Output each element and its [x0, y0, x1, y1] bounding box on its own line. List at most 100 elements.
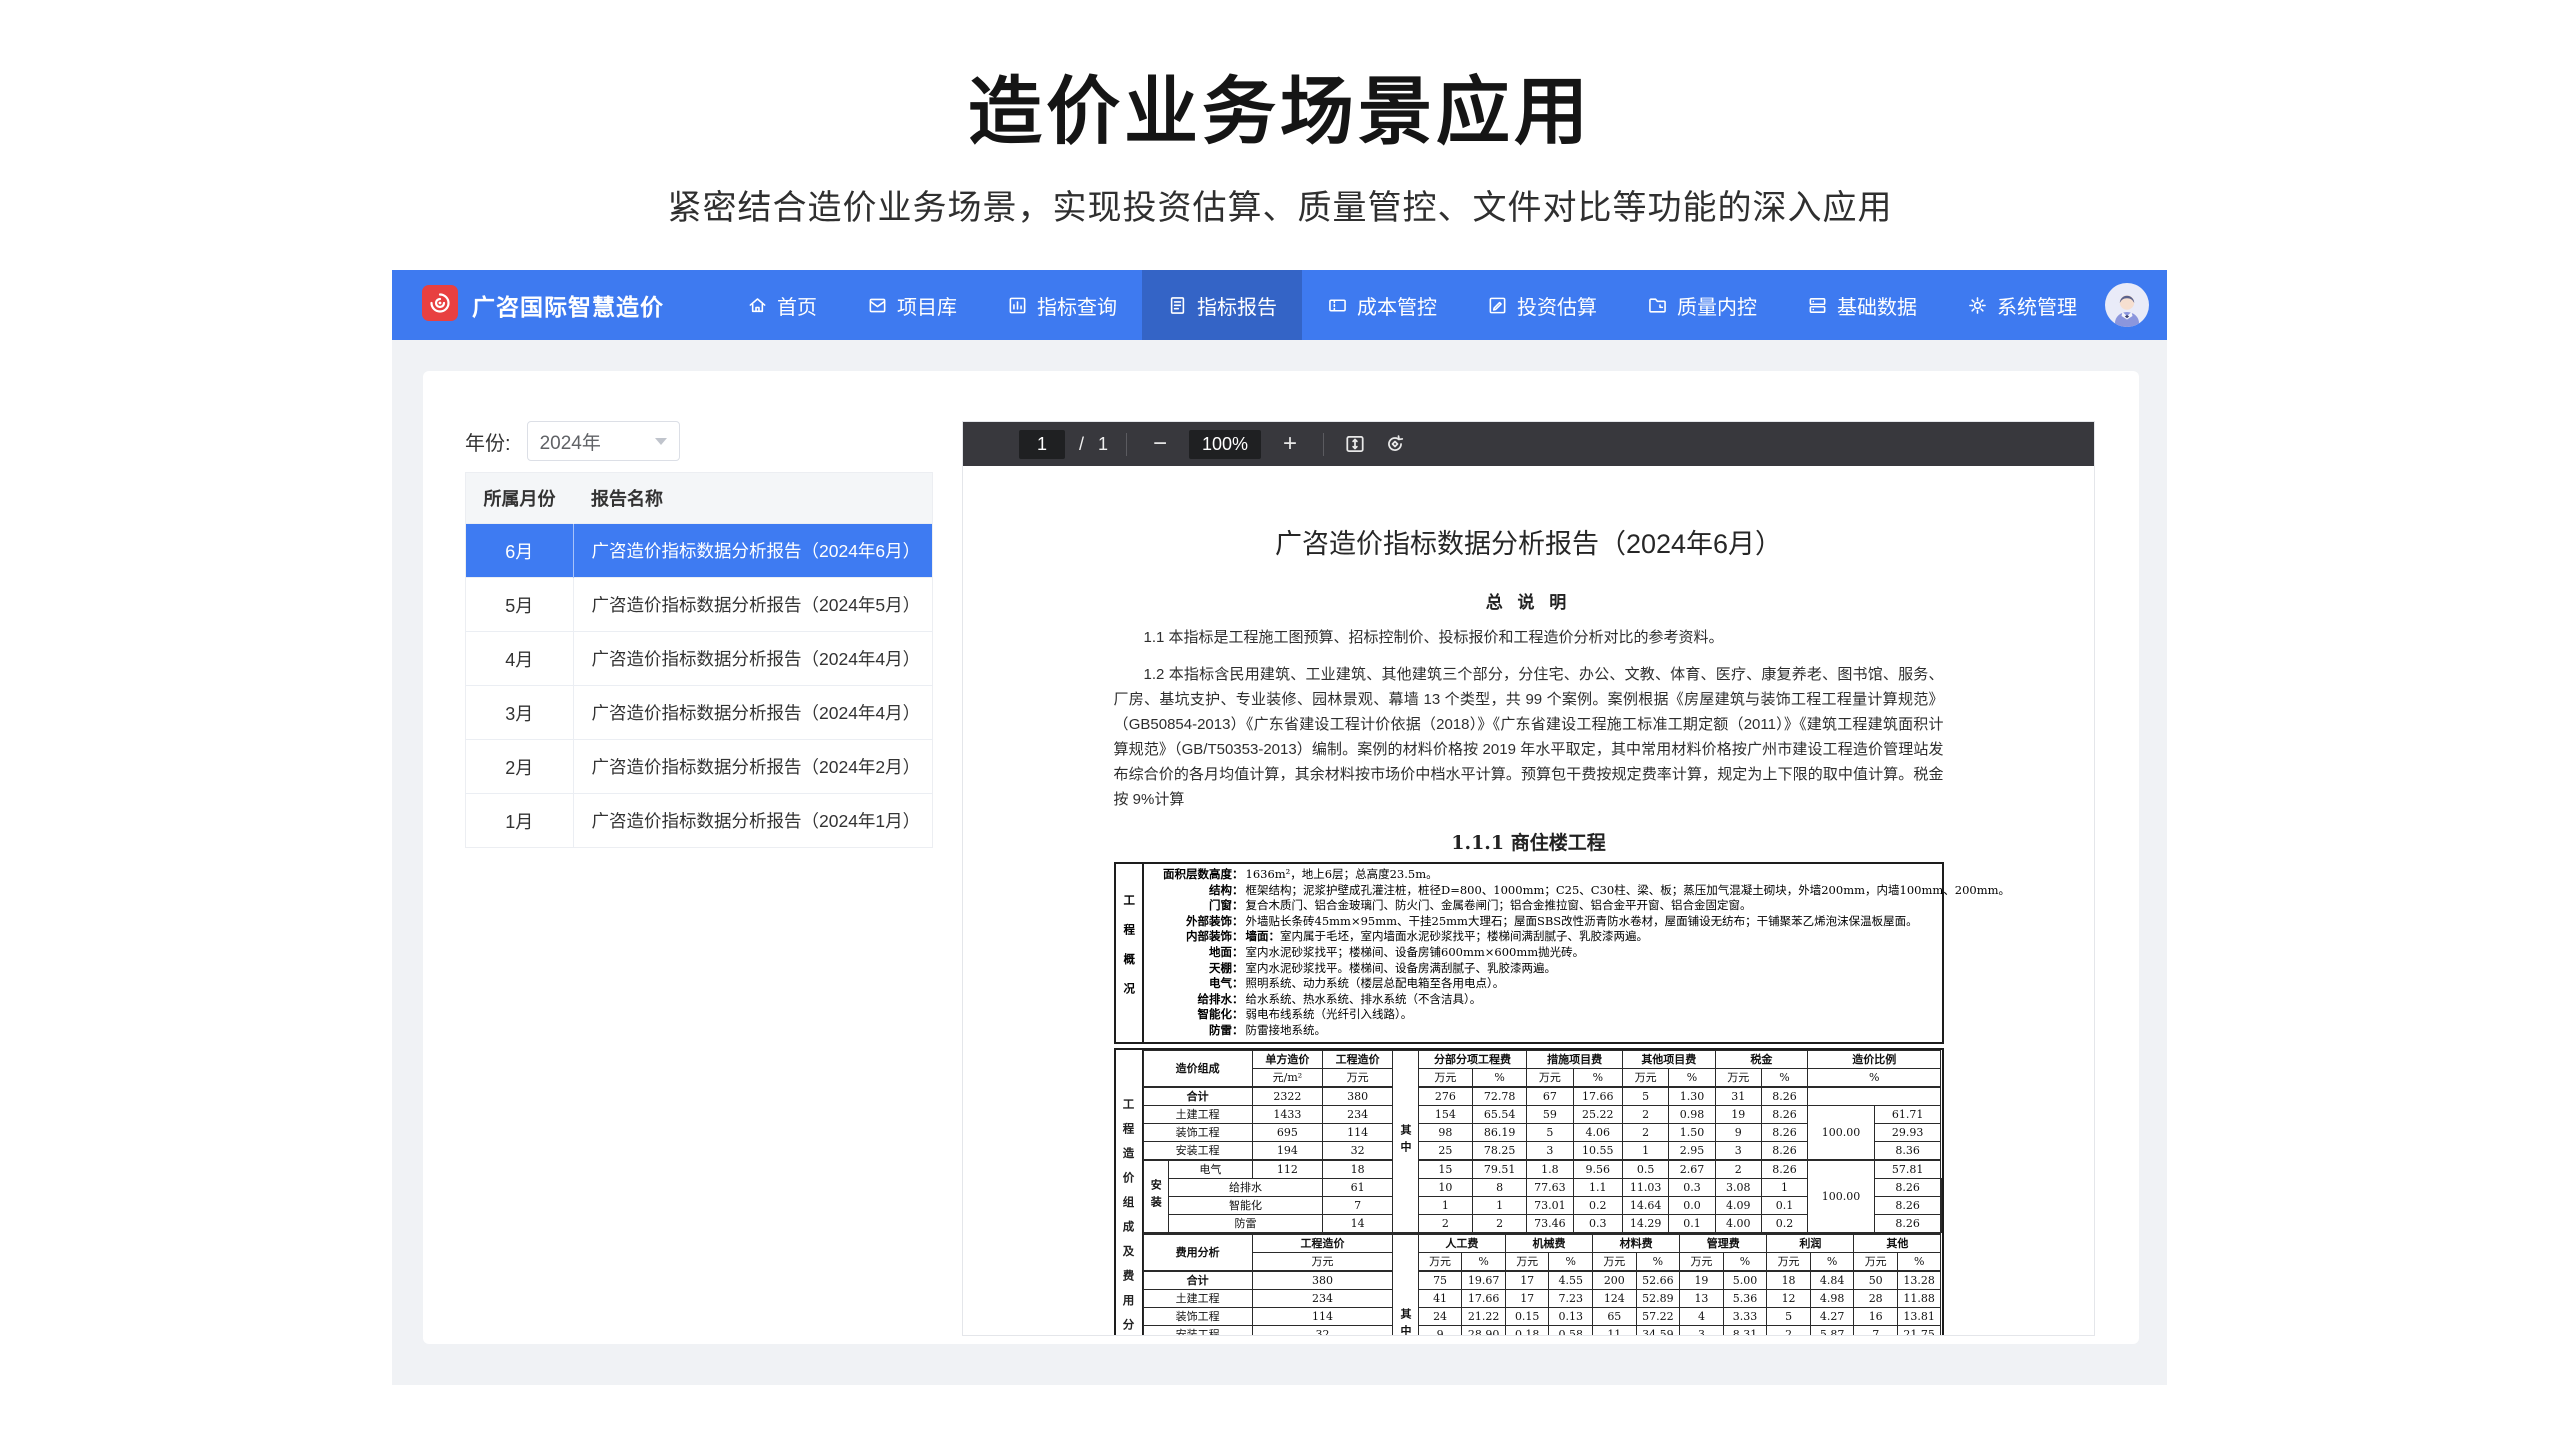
- indicator-report-icon: [1167, 295, 1188, 316]
- nav-item-label: 系统管理: [1997, 291, 2077, 320]
- report-name: 广咨造价指标数据分析报告（2024年6月）: [573, 524, 933, 578]
- cost-row: 安装电气112181579.511.89.560.52.6728.26100.0…: [1143, 1160, 1941, 1179]
- overview-side-label: 工程概况: [1116, 864, 1144, 1042]
- brand: 广咨国际智慧造价: [392, 285, 664, 326]
- analysis-row: 安装工程32928.900.180.581134.5938.3125.87721…: [1143, 1325, 1941, 1335]
- brand-logo-icon: [422, 285, 458, 326]
- report-name: 广咨造价指标数据分析报告（2024年2月）: [573, 740, 933, 794]
- report-month: 6月: [466, 524, 574, 578]
- toolbar-divider: [1126, 433, 1127, 456]
- page-subtitle: 紧密结合造价业务场景，实现投资估算、质量管控、文件对比等功能的深入应用: [0, 180, 2560, 229]
- year-select-value: 2024年: [540, 428, 601, 455]
- overview-row: 面积层数高度：1636m²，地上6层；总高度23.5m。: [1148, 867, 2011, 883]
- zoom-level-input[interactable]: 100%: [1189, 430, 1261, 459]
- pdf-page: 广咨造价指标数据分析报告（2024年6月） 总 说 明 1.1 本指标是工程施工…: [963, 466, 2094, 1335]
- overview-row: 电气：照明系统、动力系统（楼层总配电箱至各用电点）。: [1148, 976, 2011, 992]
- nav-item-quality-control[interactable]: 质量内控: [1622, 270, 1782, 340]
- report-row[interactable]: 3月广咨造价指标数据分析报告（2024年4月）: [466, 686, 933, 740]
- main-panel: 年份: 2024年 所属月份 报告名称 6月广咨造价指标数据分析报告（2024年…: [423, 371, 2139, 1344]
- doc-title: 广咨造价指标数据分析报告（2024年6月）: [1114, 522, 1944, 561]
- overview-body: 面积层数高度：1636m²，地上6层；总高度23.5m。结构：框架结构；泥浆护壁…: [1144, 864, 2019, 1042]
- year-select[interactable]: 2024年: [527, 421, 680, 461]
- page-title: 造价业务场景应用: [0, 52, 2560, 159]
- overview-row: 给排水：给水系统、热水系统、排水系统（不含洁具）。: [1148, 992, 2011, 1008]
- nav-menu: 首页项目库 指标查询 指标报告 成本管控 投资估算质量内控 基础数据 系统管理: [722, 270, 2102, 340]
- investment-estimate-icon: [1487, 295, 1508, 316]
- report-month: 2月: [466, 740, 574, 794]
- pdf-toolbar: 1 / 1 − 100% +: [963, 422, 2094, 466]
- nav-item-label: 指标报告: [1197, 291, 1277, 320]
- report-row[interactable]: 6月广咨造价指标数据分析报告（2024年6月）: [466, 524, 933, 578]
- overview-row: 门窗：复合木质门、铝合金玻璃门、防火门、金属卷闸门；铝合金推拉窗、铝合金平开窗、…: [1148, 898, 2011, 914]
- nav-item-indicator-report[interactable]: 指标报告: [1142, 270, 1302, 340]
- analysis-row: 合计3807519.67174.5520052.66195.00184.8450…: [1143, 1271, 1941, 1290]
- overview-row: 智能化：弱电布线系统（光纤引入线路）。: [1148, 1007, 2011, 1023]
- nav-item-home[interactable]: 首页: [722, 270, 842, 340]
- report-table: 所属月份 报告名称 6月广咨造价指标数据分析报告（2024年6月）5月广咨造价指…: [465, 472, 933, 848]
- report-table-body: 6月广咨造价指标数据分析报告（2024年6月）5月广咨造价指标数据分析报告（20…: [466, 524, 933, 848]
- nav-item-system-settings[interactable]: 系统管理: [1942, 270, 2102, 340]
- brand-name: 广咨国际智慧造价: [472, 288, 664, 322]
- zoom-in-button[interactable]: +: [1275, 432, 1305, 456]
- overview-row: 内部装饰：墙面：室内属于毛坯，室内墙面水泥砂浆找平；楼梯间满刮腻子、乳胶漆两遍。: [1148, 929, 2011, 945]
- report-name: 广咨造价指标数据分析报告（2024年1月）: [573, 794, 933, 848]
- document: 广咨造价指标数据分析报告（2024年6月） 总 说 明 1.1 本指标是工程施工…: [1114, 466, 1944, 1335]
- report-row[interactable]: 5月广咨造价指标数据分析报告（2024年5月）: [466, 578, 933, 632]
- report-month: 4月: [466, 632, 574, 686]
- nav-item-investment-estimate[interactable]: 投资估算: [1462, 270, 1622, 340]
- report-row[interactable]: 1月广咨造价指标数据分析报告（2024年1月）: [466, 794, 933, 848]
- doc-paragraph-1: 1.1 本指标是工程施工图预算、招标控制价、投标报价和工程造价分析对比的参考资料…: [1114, 625, 1944, 650]
- report-table-header-month: 所属月份: [466, 473, 574, 524]
- report-row[interactable]: 4月广咨造价指标数据分析报告（2024年4月）: [466, 632, 933, 686]
- overview-row: 天棚：室内水泥砂浆找平。楼梯间、设备房满刮腻子、乳胶漆两遍。: [1148, 961, 2011, 977]
- report-row[interactable]: 2月广咨造价指标数据分析报告（2024年2月）: [466, 740, 933, 794]
- doc-paragraph-2: 1.2 本指标含民用建筑、工业建筑、其他建筑三个部分，分住宅、办公、文教、体育、…: [1114, 662, 1944, 812]
- cost-tables: 工程造价组成及费用分析 造价组成单方造价工程造价其中分部分项工程费措施项目费其他…: [1114, 1048, 1944, 1335]
- overview-row: 外部装饰：外墙贴长条砖45mm×95mm、干挂25mm大理石；屋面SBS改性沥青…: [1148, 914, 2011, 930]
- nav-item-indicator-query[interactable]: 指标查询: [982, 270, 1142, 340]
- home-icon: [747, 295, 768, 316]
- content-area: 年份: 2024年 所属月份 报告名称 6月广咨造价指标数据分析报告（2024年…: [392, 340, 2167, 1385]
- toolbar-divider: [1323, 433, 1324, 456]
- report-table-header-name: 报告名称: [573, 473, 933, 524]
- cost-control-icon: [1327, 295, 1348, 316]
- project-overview-table: 工程概况 面积层数高度：1636m²，地上6层；总高度23.5m。结构：框架结构…: [1114, 862, 1944, 1044]
- page-separator: /: [1079, 434, 1084, 455]
- report-month: 3月: [466, 686, 574, 740]
- analysis-row: 装饰工程1142421.220.150.136557.2243.3354.271…: [1143, 1307, 1941, 1325]
- cost-side-label: 工程造价组成及费用分析: [1116, 1050, 1143, 1335]
- base-data-icon: [1807, 295, 1828, 316]
- report-name: 广咨造价指标数据分析报告（2024年4月）: [573, 632, 933, 686]
- year-filter: 年份: 2024年: [465, 421, 680, 461]
- overview-row: 防雷：防雷接地系统。: [1148, 1023, 2011, 1039]
- user-avatar[interactable]: [2105, 283, 2149, 327]
- cost-analysis-table: 费用分析工程造价其中人工费机械费材料费管理费利润其他万元万元%万元%万元%万元%…: [1143, 1233, 1942, 1335]
- nav-item-base-data[interactable]: 基础数据: [1782, 270, 1942, 340]
- system-settings-icon: [1967, 295, 1988, 316]
- nav-item-label: 投资估算: [1517, 291, 1597, 320]
- quality-control-icon: [1647, 295, 1668, 316]
- cost-row: 合计232238027672.786717.6651.30318.26: [1143, 1087, 1941, 1106]
- nav-item-label: 指标查询: [1037, 291, 1117, 320]
- nav-item-project-library[interactable]: 项目库: [842, 270, 982, 340]
- report-month: 1月: [466, 794, 574, 848]
- doc-subsection-heading: 1.1.1 商住楼工程: [1114, 828, 1944, 855]
- overview-row: 地面：室内水泥砂浆找平；楼梯间、设备房铺600mm×600mm抛光砖。: [1148, 945, 2011, 961]
- nav-item-cost-control[interactable]: 成本管控: [1302, 270, 1462, 340]
- report-name: 广咨造价指标数据分析报告（2024年5月）: [573, 578, 933, 632]
- cost-row: 土建工程143323415465.545925.2220.98198.26100…: [1143, 1105, 1941, 1123]
- nav-item-label: 成本管控: [1357, 291, 1437, 320]
- page-number-input[interactable]: 1: [1019, 430, 1065, 459]
- nav-item-label: 基础数据: [1837, 291, 1917, 320]
- rotate-icon: [1384, 433, 1406, 455]
- year-label: 年份:: [465, 427, 511, 456]
- chevron-down-icon: [655, 438, 667, 445]
- fit-page-button[interactable]: [1342, 431, 1368, 457]
- zoom-out-button[interactable]: −: [1145, 432, 1175, 456]
- report-name: 广咨造价指标数据分析报告（2024年4月）: [573, 686, 933, 740]
- page-total: 1: [1098, 434, 1108, 455]
- doc-general-heading: 总 说 明: [1114, 588, 1944, 613]
- app-window: 广咨国际智慧造价 首页项目库 指标查询 指标报告 成本管控 投资估算质量内控 基础数据 系统…: [392, 270, 2167, 1385]
- indicator-query-icon: [1007, 295, 1028, 316]
- rotate-button[interactable]: [1382, 431, 1408, 457]
